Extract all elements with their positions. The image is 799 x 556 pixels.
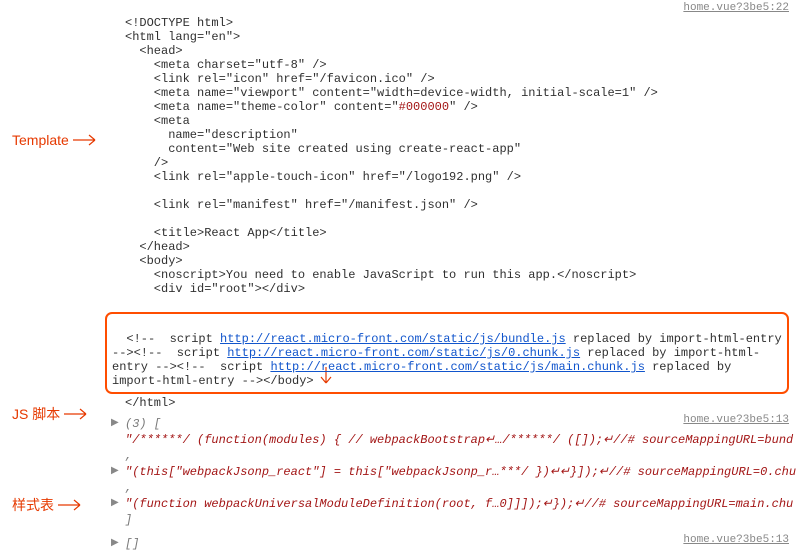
chevron-right-icon[interactable] bbox=[111, 536, 119, 552]
html-line: <meta name="theme-color" content="#00000… bbox=[125, 100, 478, 114]
array-item: "(this["webpackJsonp_react"] = this["web… bbox=[125, 465, 796, 479]
chevron-right-icon[interactable] bbox=[111, 496, 119, 512]
chevron-right-icon[interactable] bbox=[111, 416, 119, 432]
html-line: <title>React App</title> bbox=[125, 226, 327, 240]
html-template-block: <!DOCTYPE html> <html lang="en"> <head> … bbox=[105, 2, 799, 310]
html-line bbox=[125, 184, 154, 198]
html-line: <body> bbox=[125, 254, 183, 268]
html-line: <meta bbox=[125, 114, 190, 128]
annotation-styles: 样式表 bbox=[12, 495, 86, 515]
script-url[interactable]: http://react.micro-front.com/static/js/m… bbox=[270, 360, 644, 374]
console-entry-js-array[interactable]: home.vue?3be5:13 (3) [ "/******/ (functi… bbox=[105, 412, 799, 532]
array-comma: , bbox=[125, 449, 132, 463]
annotation-js: JS 脚本 bbox=[12, 404, 92, 424]
script-url[interactable]: http://react.micro-front.com/static/js/b… bbox=[220, 332, 566, 346]
console-entry-template[interactable]: home.vue?3be5:22 <!DOCTYPE html> <html l… bbox=[105, 0, 799, 412]
source-link[interactable]: home.vue?3be5:22 bbox=[683, 2, 789, 14]
array-item: "(function webpackUniversalModuleDefinit… bbox=[125, 497, 793, 511]
html-line bbox=[125, 296, 154, 310]
annotation-template-text: Template bbox=[12, 132, 69, 148]
array-item: "/******/ (function(modules) { // webpac… bbox=[125, 433, 793, 447]
html-line: content="Web site created using create-r… bbox=[125, 142, 521, 156]
html-line: <noscript>You need to enable JavaScript … bbox=[125, 268, 636, 282]
html-line: <meta charset="utf-8" /> bbox=[125, 58, 327, 72]
html-line: <link rel="icon" href="/favicon.ico" /> bbox=[125, 72, 435, 86]
array-header: (3) [ bbox=[125, 417, 161, 431]
html-line: name="description" bbox=[125, 128, 298, 142]
array-footer: ] bbox=[125, 513, 132, 527]
array-comma: , bbox=[125, 481, 132, 495]
console-output: home.vue?3be5:22 <!DOCTYPE html> <html l… bbox=[105, 0, 799, 514]
arrow-right-icon bbox=[73, 134, 101, 146]
color-value: #000000 bbox=[399, 100, 449, 114]
array-literal: [] bbox=[125, 537, 139, 551]
comment-text: <!-- script bbox=[112, 332, 220, 346]
html-line: <link rel="manifest" href="/manifest.jso… bbox=[125, 198, 478, 212]
html-line: /> bbox=[125, 156, 168, 170]
html-line: <html lang="en"> bbox=[125, 30, 240, 44]
array-collapsed[interactable]: [] bbox=[105, 534, 799, 554]
html-line: </head> bbox=[125, 240, 190, 254]
annotation-template: Template bbox=[12, 132, 101, 148]
html-line: <div id="root"></div> bbox=[125, 282, 305, 296]
html-line: </html> bbox=[105, 396, 799, 410]
chevron-right-icon[interactable] bbox=[111, 464, 119, 480]
arrow-right-icon bbox=[64, 408, 92, 420]
console-entry-styles-array[interactable]: home.vue?3be5:13 [] bbox=[105, 532, 799, 556]
annotation-styles-text: 样式表 bbox=[12, 495, 54, 515]
html-line: <!DOCTYPE html> bbox=[125, 16, 233, 30]
highlighted-comment-block: <!-- script http://react.micro-front.com… bbox=[105, 312, 789, 394]
annotation-js-text: JS 脚本 bbox=[12, 404, 60, 424]
html-line: <meta name="viewport" content="width=dev… bbox=[125, 86, 658, 100]
arrow-right-icon bbox=[58, 499, 86, 511]
html-line bbox=[125, 212, 154, 226]
script-url[interactable]: http://react.micro-front.com/static/js/0… bbox=[227, 346, 580, 360]
html-line: <link rel="apple-touch-icon" href="/logo… bbox=[125, 170, 521, 184]
array-expanded[interactable]: (3) [ "/******/ (function(modules) { // … bbox=[105, 414, 799, 530]
html-line: <head> bbox=[125, 44, 183, 58]
